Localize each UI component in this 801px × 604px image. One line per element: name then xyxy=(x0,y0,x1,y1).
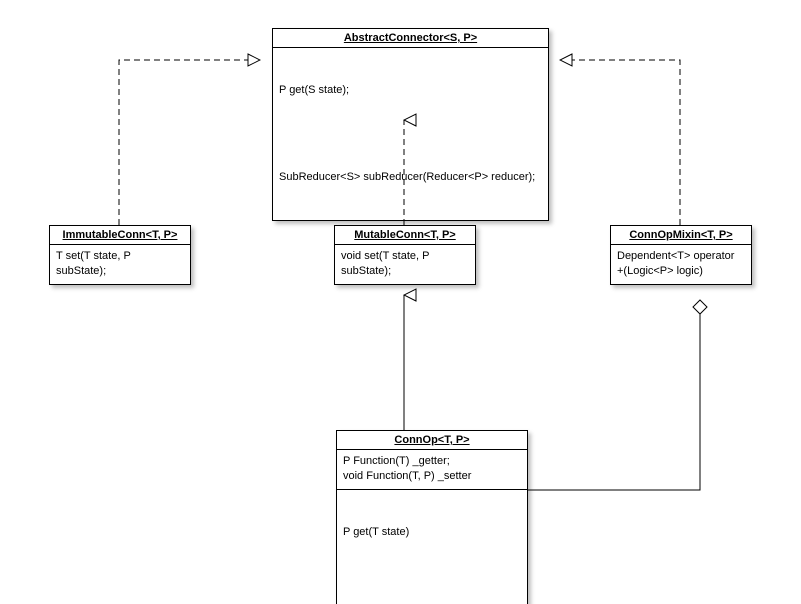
class-connop-mixin: ConnOpMixin<T, P> Dependent<T> operator … xyxy=(610,225,752,285)
method-get: P get(S state); xyxy=(279,83,542,98)
edge-immutable-to-abstract xyxy=(119,60,260,225)
class-title: MutableConn<T, P> xyxy=(335,226,475,245)
class-immutable-conn: ImmutableConn<T, P> T set(T state, P sub… xyxy=(49,225,191,285)
method-get: P get(T state) xyxy=(343,525,521,540)
class-title: ConnOpMixin<T, P> xyxy=(611,226,751,245)
class-body: T set(T state, P subState); xyxy=(50,245,190,284)
class-title: ImmutableConn<T, P> xyxy=(50,226,190,245)
class-abstract-connector: AbstractConnector<S, P> P get(S state); … xyxy=(272,28,549,221)
edge-mixin-to-abstract xyxy=(560,60,680,225)
class-mutable-conn: MutableConn<T, P> void set(T state, P su… xyxy=(334,225,476,285)
class-body: P get(S state); SubReducer<S> subReducer… xyxy=(273,48,548,220)
method-subreducer: SubReducer<S> subReducer(Reducer<P> redu… xyxy=(279,170,542,185)
uml-canvas: AbstractConnector<S, P> P get(S state); … xyxy=(0,0,801,604)
class-body: void set(T state, P subState); xyxy=(335,245,475,284)
class-connop: ConnOp<T, P> P Function(T) _getter; void… xyxy=(336,430,528,604)
class-title: AbstractConnector<S, P> xyxy=(273,29,548,48)
class-methods: P get(T state) void set(T state, P subSt… xyxy=(337,490,527,604)
class-attributes: P Function(T) _getter; void Function(T, … xyxy=(337,450,527,490)
class-body: Dependent<T> operator +(Logic<P> logic) xyxy=(611,245,751,284)
class-title: ConnOp<T, P> xyxy=(337,431,527,450)
edge-connop-to-mixin xyxy=(527,300,700,490)
